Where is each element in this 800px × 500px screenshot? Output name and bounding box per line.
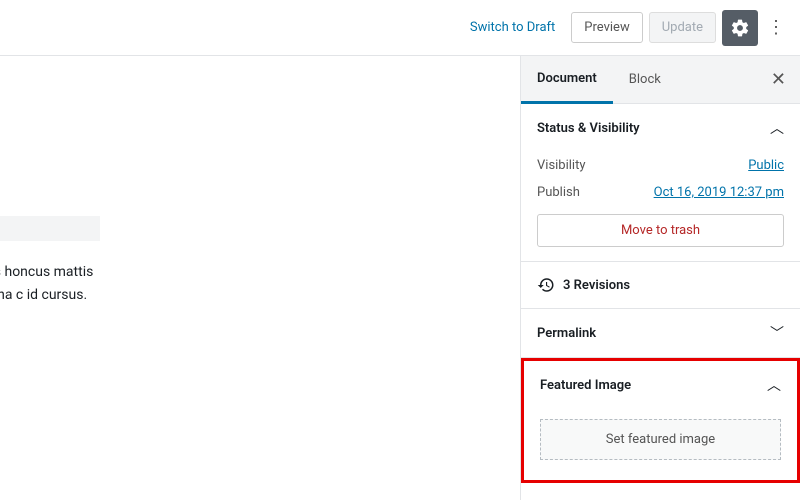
block-placeholder: [0, 216, 100, 241]
visibility-value[interactable]: Public: [748, 158, 784, 173]
chevron-up-icon: ︿: [767, 375, 781, 395]
panel-title: Status & Visibility: [537, 121, 640, 136]
revisions-row[interactable]: 3 Revisions: [521, 262, 800, 309]
settings-sidebar: Document Block ✕ Status & Visibility ︿ V…: [520, 56, 800, 500]
visibility-label: Visibility: [537, 158, 586, 173]
close-sidebar-button[interactable]: ✕: [757, 69, 800, 90]
move-to-trash-button[interactable]: Move to trash: [537, 214, 784, 247]
preview-button[interactable]: Preview: [571, 12, 642, 43]
panel-title: Featured Image: [540, 378, 631, 393]
tab-block[interactable]: Block: [613, 56, 677, 104]
featured-image-panel: Featured Image ︿ Set featured image: [521, 358, 800, 483]
panel-title: Permalink: [537, 326, 596, 341]
featured-image-toggle[interactable]: Featured Image ︿: [524, 361, 797, 409]
set-featured-image-button[interactable]: Set featured image: [540, 419, 781, 460]
chevron-up-icon: ︿: [770, 118, 784, 138]
paragraph-text[interactable]: erra nibh cras mauris honcus mattis est …: [0, 261, 100, 330]
history-icon: [537, 276, 555, 294]
settings-button[interactable]: [722, 10, 758, 46]
sidebar-tabs: Document Block ✕: [521, 56, 800, 104]
editor-canvas: erra nibh cras mauris honcus mattis est …: [0, 56, 520, 500]
chevron-down-icon: ﹀: [770, 323, 784, 343]
switch-to-draft-link[interactable]: Switch to Draft: [460, 14, 565, 41]
publish-value[interactable]: Oct 16, 2019 12:37 pm: [654, 185, 784, 200]
permalink-toggle[interactable]: Permalink ﹀: [521, 309, 800, 357]
editor-topbar: Switch to Draft Preview Update ⋮: [0, 0, 800, 56]
content-block: erra nibh cras mauris honcus mattis est …: [0, 216, 100, 330]
featured-image-body: Set featured image: [524, 409, 797, 480]
publish-row: Publish Oct 16, 2019 12:37 pm: [537, 179, 784, 206]
more-options-button[interactable]: ⋮: [764, 10, 788, 46]
status-visibility-body: Visibility Public Publish Oct 16, 2019 1…: [521, 152, 800, 261]
close-icon: ✕: [771, 69, 786, 90]
visibility-row: Visibility Public: [537, 152, 784, 179]
tab-document[interactable]: Document: [521, 56, 613, 104]
publish-label: Publish: [537, 185, 580, 200]
status-visibility-panel: Status & Visibility ︿ Visibility Public …: [521, 104, 800, 262]
update-button: Update: [649, 12, 716, 43]
kebab-icon: ⋮: [767, 17, 785, 38]
permalink-panel: Permalink ﹀: [521, 309, 800, 358]
revisions-label: 3 Revisions: [563, 278, 630, 293]
status-visibility-toggle[interactable]: Status & Visibility ︿: [521, 104, 800, 152]
gear-icon: [730, 18, 750, 38]
